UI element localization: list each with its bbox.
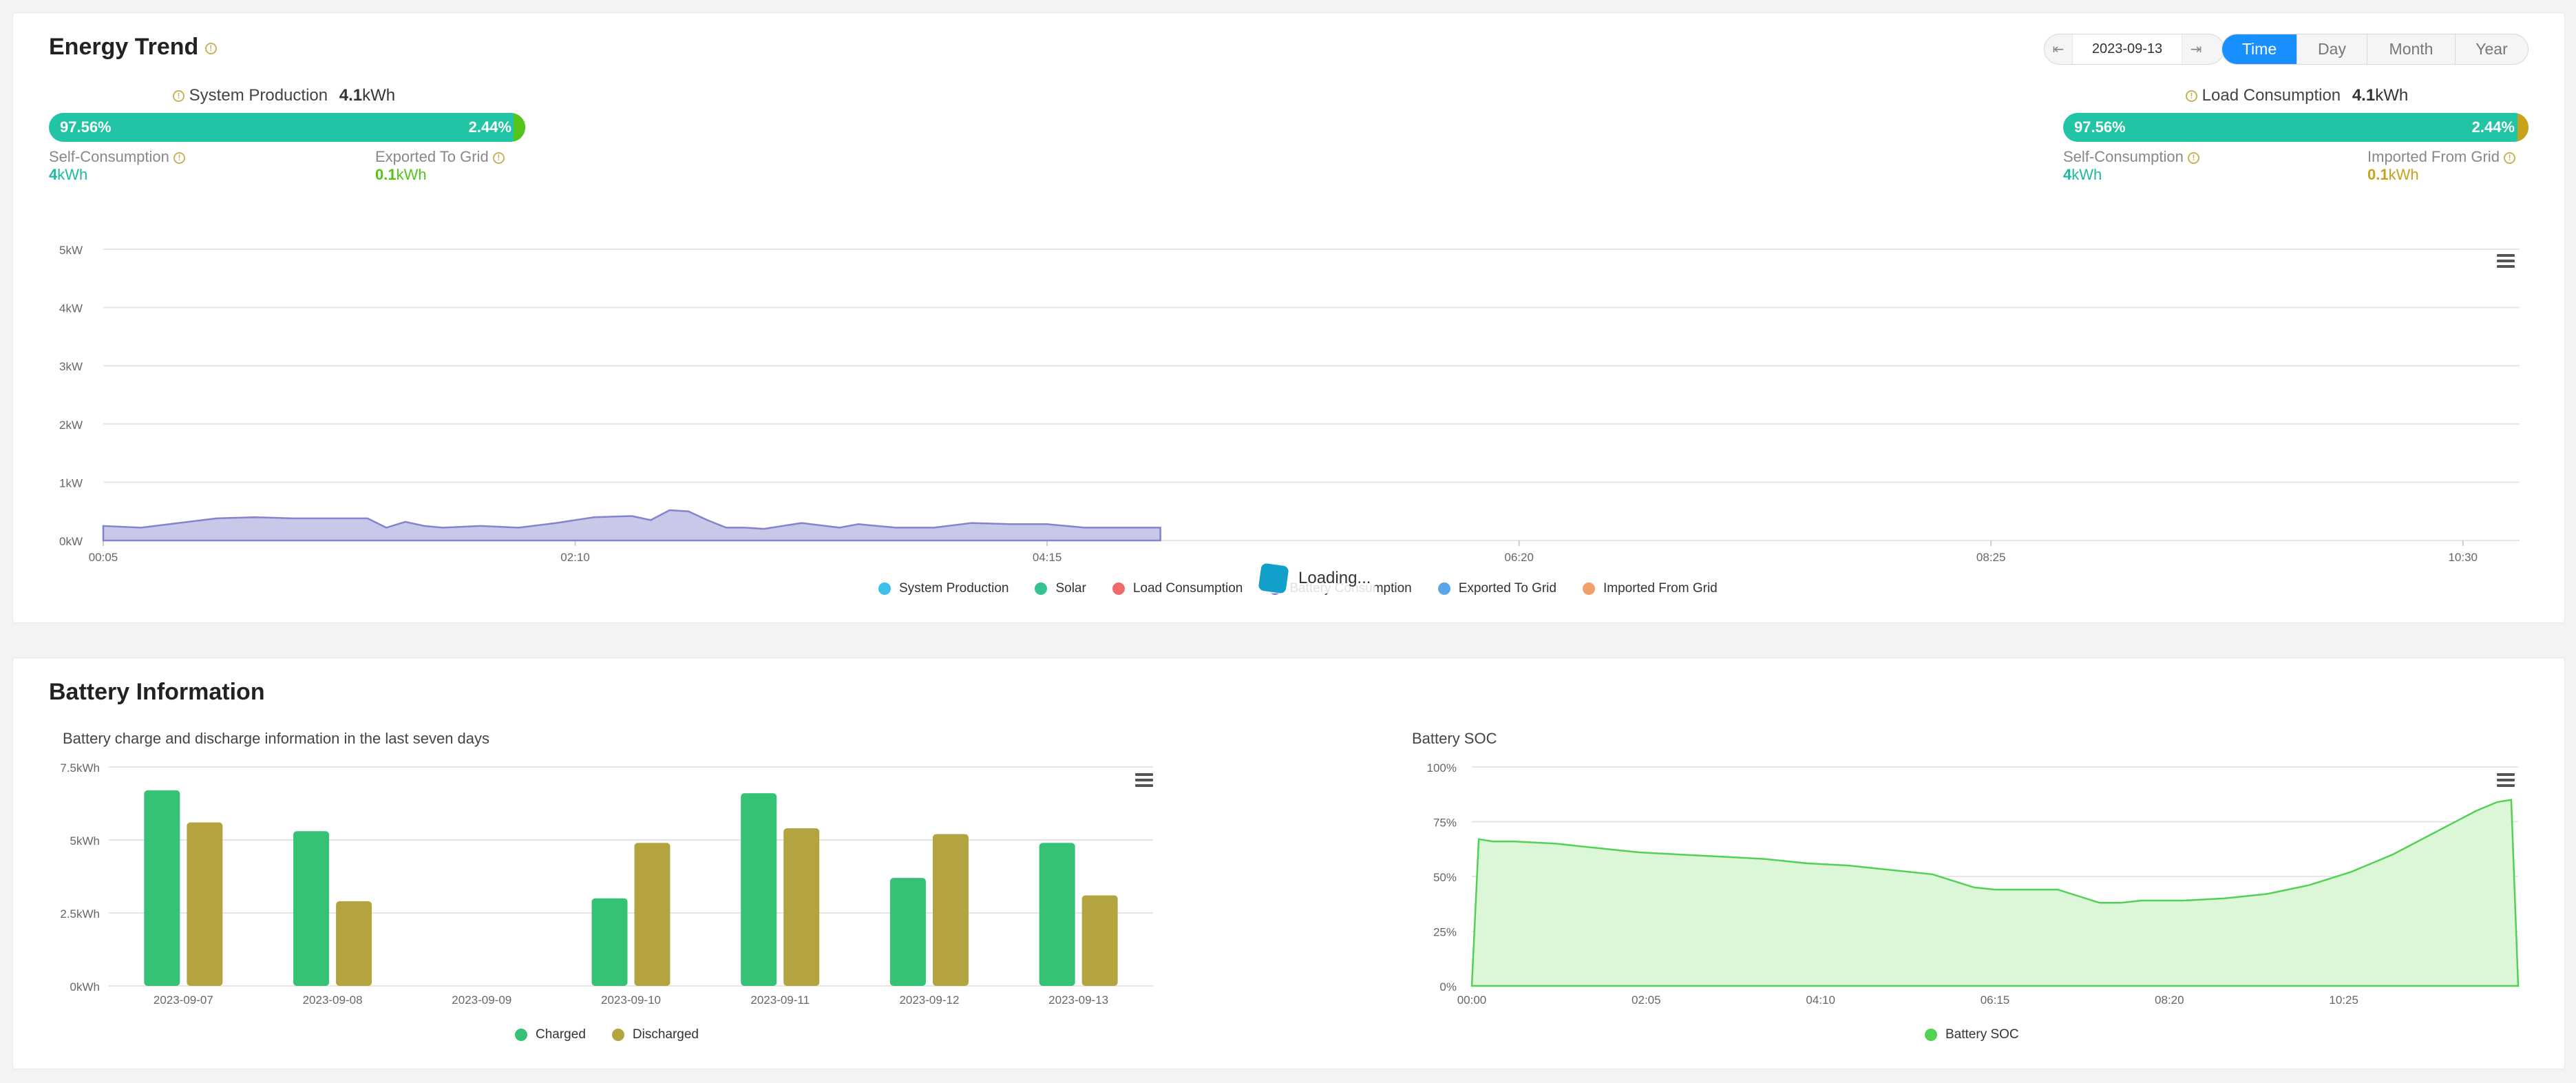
bar-charged xyxy=(1039,843,1075,986)
legend-item[interactable]: Imported From Grid xyxy=(1582,581,1718,596)
y-tick-label: 0% xyxy=(1439,980,1457,993)
legend-dot-icon xyxy=(515,1029,527,1041)
series-area-battery-soc xyxy=(1470,799,2520,987)
bar-discharged xyxy=(783,828,820,986)
energy-trend-chart: 0kW 1kW 2kW 3kW 4kW 5kW 00:05 02:10 04:15 06:20 08… xyxy=(59,244,2520,564)
x-tick-label: 08:20 xyxy=(2155,993,2184,1007)
bar-charged xyxy=(741,793,777,986)
x-tick-label: 10:25 xyxy=(2329,993,2358,1007)
legend-label: Battery SOC xyxy=(1945,1027,2019,1042)
bar-charged xyxy=(293,831,330,986)
legend-label: Exported To Grid xyxy=(1458,581,1556,596)
legend-label: Load Consumption xyxy=(1132,581,1243,596)
bar-discharged xyxy=(634,843,671,986)
x-tick-label: 2023-09-13 xyxy=(1048,993,1108,1007)
legend-item[interactable]: Charged xyxy=(515,1027,586,1042)
y-tick-label: 7.5kWh xyxy=(60,761,100,775)
battery-charge-discharge-chart: 0kWh 2.5kWh 5kWh 7.5kWh 2023-09-07 2023-09-08… xyxy=(60,761,1153,1007)
x-tick-label: 2023-09-11 xyxy=(750,993,810,1007)
x-tick-label: 2023-09-08 xyxy=(303,993,363,1007)
x-tick-label: 08:25 xyxy=(1976,551,2006,564)
bar-charged xyxy=(889,878,926,986)
legend-item[interactable]: Exported To Grid xyxy=(1437,581,1556,596)
y-tick-label: 2.5kWh xyxy=(60,907,100,921)
bar-charged xyxy=(591,898,628,986)
x-tick-label: 06:20 xyxy=(1504,551,1534,564)
legend-item[interactable]: Solar xyxy=(1035,581,1086,596)
x-tick-label: 04:10 xyxy=(1806,993,1835,1007)
y-tick-label: 5kWh xyxy=(70,834,100,848)
x-tick-label: 2023-09-12 xyxy=(899,993,959,1007)
x-tick-label: 02:10 xyxy=(560,551,590,564)
loading-text: Loading... xyxy=(1298,569,1371,587)
x-tick-label: 2023-09-09 xyxy=(452,993,511,1007)
bar-discharged xyxy=(932,834,969,986)
y-tick-label: 5kW xyxy=(59,244,83,257)
legend-item[interactable]: Battery SOC xyxy=(1925,1027,2019,1042)
y-tick-label: 100% xyxy=(1427,761,1457,775)
y-tick-label: 25% xyxy=(1433,926,1457,939)
x-tick-label: 04:15 xyxy=(1033,551,1062,564)
x-tick-label: 2023-09-07 xyxy=(154,993,213,1007)
legend-dot-icon xyxy=(1035,582,1048,595)
y-tick-label: 75% xyxy=(1433,817,1457,830)
y-tick-label: 0kWh xyxy=(70,980,100,993)
x-tick-label: 00:00 xyxy=(1457,993,1487,1007)
x-tick-label: 02:05 xyxy=(1632,993,1661,1007)
legend-item[interactable]: Discharged xyxy=(611,1027,699,1042)
x-tick-label: 06:15 xyxy=(1981,993,2010,1007)
legend-dot-icon xyxy=(1437,582,1450,595)
x-tick-label: 2023-09-10 xyxy=(601,993,661,1007)
loading-spinner-icon xyxy=(1258,562,1289,594)
x-tick-label: 00:05 xyxy=(89,551,118,564)
bar-discharged xyxy=(187,822,223,986)
bar-charged xyxy=(144,790,180,986)
legend-dot-icon xyxy=(1112,582,1125,595)
legend-label: Charged xyxy=(536,1027,586,1042)
legend-dot-icon xyxy=(611,1029,624,1041)
battery-information-title: Battery Information xyxy=(49,679,265,705)
legend-label: Imported From Grid xyxy=(1603,581,1718,596)
legend-label: Discharged xyxy=(632,1027,699,1042)
battery-soc-chart: 0% 25% 50% 75% 100% 00:00 02:05 04:10 06:15 08:20… xyxy=(1427,761,2520,1007)
bar-chart-legend: Charged Discharged xyxy=(515,1027,725,1042)
legend-item[interactable]: System Production xyxy=(878,581,1009,596)
legend-label: System Production xyxy=(899,581,1009,596)
bar-discharged xyxy=(336,901,372,986)
legend-item[interactable]: Load Consumption xyxy=(1112,581,1243,596)
legend-dot-icon xyxy=(1582,582,1595,595)
y-tick-label: 0kW xyxy=(59,535,83,548)
y-tick-label: 1kW xyxy=(59,476,83,490)
legend-dot-icon xyxy=(878,582,891,595)
y-tick-label: 50% xyxy=(1433,871,1457,884)
y-tick-label: 3kW xyxy=(59,360,83,373)
legend-dot-icon xyxy=(1925,1029,1937,1041)
bar-discharged xyxy=(1081,895,1118,986)
loading-indicator: Loading... xyxy=(1256,562,1375,594)
soc-chart-legend: Battery SOC xyxy=(1925,1027,2045,1042)
legend-label: Solar xyxy=(1055,581,1086,596)
y-tick-label: 2kW xyxy=(59,419,83,432)
y-tick-label: 4kW xyxy=(59,302,83,315)
series-area-system-production xyxy=(102,509,1161,542)
x-tick-label: 10:30 xyxy=(2448,551,2478,564)
